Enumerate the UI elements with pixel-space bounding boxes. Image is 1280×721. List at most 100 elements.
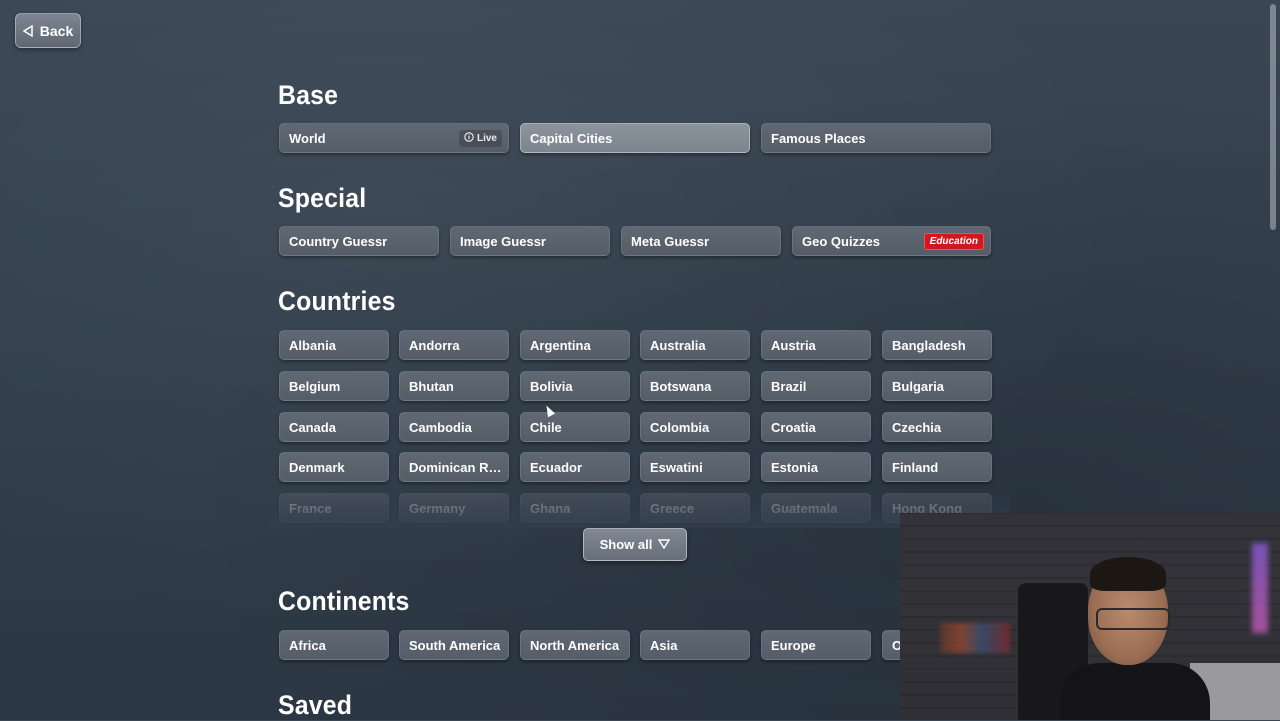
country-tile[interactable]: Bangladesh <box>882 330 992 360</box>
back-button[interactable]: Back <box>15 13 81 48</box>
continent-tile[interactable]: Europe <box>761 630 871 660</box>
tile-label: Bangladesh <box>892 337 966 353</box>
tile-label: Cambodia <box>409 419 472 435</box>
tile-label: Bulgaria <box>892 378 945 394</box>
mode-geo-quizzes[interactable]: Geo Quizzes Education <box>792 226 991 256</box>
triangle-left-icon <box>22 24 34 37</box>
country-tile[interactable]: Dominican Repu... <box>399 452 509 482</box>
country-tile[interactable]: Finland <box>882 452 992 482</box>
tile-label: Estonia <box>771 459 818 475</box>
country-tile[interactable]: Brazil <box>761 371 871 401</box>
section-title-base: Base <box>278 80 339 110</box>
section-title-continents: Continents <box>278 586 410 616</box>
back-label: Back <box>39 22 74 39</box>
country-tile[interactable]: Croatia <box>761 412 871 442</box>
tile-label: Famous Places <box>771 130 866 146</box>
country-tile[interactable]: Bolivia <box>520 371 630 401</box>
tile-label: Africa <box>289 637 326 653</box>
tile-label: Eswatini <box>650 459 703 475</box>
country-tile[interactable]: Ghana <box>520 493 630 523</box>
continent-tile[interactable]: Africa <box>279 630 389 660</box>
tile-label: World <box>289 130 326 146</box>
tile-label: Capital Cities <box>530 130 613 146</box>
country-tile[interactable]: Germany <box>399 493 509 523</box>
tile-label: Ghana <box>530 500 571 516</box>
tile-label: Australia <box>650 337 706 353</box>
country-tile[interactable]: Bulgaria <box>882 371 992 401</box>
country-tile[interactable]: Belgium <box>279 371 389 401</box>
country-tile[interactable]: Austria <box>761 330 871 360</box>
tile-label: Argentina <box>530 337 591 353</box>
live-badge-label: Live <box>476 132 497 144</box>
scrollbar[interactable] <box>1270 4 1276 230</box>
tile-label: Greece <box>650 500 695 516</box>
tile-label: Andorra <box>409 337 460 353</box>
section-title-special: Special <box>278 183 367 213</box>
tile-label: Croatia <box>771 419 816 435</box>
country-tile[interactable]: Chile <box>520 412 630 442</box>
tile-label: Country Guessr <box>289 233 388 249</box>
mode-image-guessr[interactable]: Image Guessr <box>450 226 610 256</box>
show-all-button[interactable]: Show all <box>583 528 687 561</box>
continent-tile[interactable]: South America <box>399 630 509 660</box>
triangle-down-icon <box>658 537 671 552</box>
tile-label: Image Guessr <box>460 233 546 249</box>
tile-label: Denmark <box>289 459 345 475</box>
tile-label: Germany <box>409 500 466 516</box>
tile-label: Finland <box>892 459 939 475</box>
country-tile[interactable]: Czechia <box>882 412 992 442</box>
show-all-label: Show all <box>599 537 653 552</box>
tile-label: Canada <box>289 419 336 435</box>
tile-label: Europe <box>771 637 816 653</box>
country-tile[interactable]: Botswana <box>640 371 750 401</box>
continent-tile[interactable]: Asia <box>640 630 750 660</box>
country-tile[interactable]: Bhutan <box>399 371 509 401</box>
tile-label: South America <box>409 637 501 653</box>
tile-label: Botswana <box>650 378 712 394</box>
country-tile[interactable]: France <box>279 493 389 523</box>
tile-label: Colombia <box>650 419 710 435</box>
tile-label: Belgium <box>289 378 341 394</box>
section-title-countries: Countries <box>278 286 396 316</box>
tile-label: Meta Guessr <box>631 233 710 249</box>
tile-label: Chile <box>530 419 562 435</box>
mode-meta-guessr[interactable]: Meta Guessr <box>621 226 781 256</box>
tile-label: North America <box>530 637 620 653</box>
webcam-light <box>1252 543 1268 633</box>
mode-world[interactable]: World Live <box>279 123 509 153</box>
country-tile[interactable]: Argentina <box>520 330 630 360</box>
country-tile[interactable]: Australia <box>640 330 750 360</box>
country-tile[interactable]: Canada <box>279 412 389 442</box>
country-tile[interactable]: Eswatini <box>640 452 750 482</box>
tile-label: Austria <box>771 337 816 353</box>
tile-label: Brazil <box>771 378 807 394</box>
webcam-person-glasses <box>1096 608 1170 630</box>
country-tile[interactable]: Denmark <box>279 452 389 482</box>
tile-label: France <box>289 500 332 516</box>
country-tile[interactable]: Ecuador <box>520 452 630 482</box>
country-tile[interactable]: Colombia <box>640 412 750 442</box>
tile-label: Albania <box>289 337 336 353</box>
tile-label: Dominican Repu... <box>409 459 502 475</box>
section-title-saved: Saved <box>278 690 353 720</box>
webcam-overlay <box>900 513 1280 720</box>
country-tile[interactable]: Greece <box>640 493 750 523</box>
tile-label: Ecuador <box>530 459 583 475</box>
tile-label: Geo Quizzes <box>802 233 881 249</box>
country-tile[interactable]: Albania <box>279 330 389 360</box>
info-circle-icon <box>464 131 474 145</box>
mode-country-guessr[interactable]: Country Guessr <box>279 226 439 256</box>
live-badge: Live <box>458 129 502 147</box>
country-tile[interactable]: Andorra <box>399 330 509 360</box>
country-tile[interactable]: Estonia <box>761 452 871 482</box>
mode-famous-places[interactable]: Famous Places <box>761 123 991 153</box>
webcam-person-body <box>1060 663 1210 720</box>
country-tile[interactable]: Guatemala <box>761 493 871 523</box>
tile-label: Bolivia <box>530 378 573 394</box>
continent-tile[interactable]: North America <box>520 630 630 660</box>
education-badge: Education <box>923 232 984 250</box>
country-tile[interactable]: Cambodia <box>399 412 509 442</box>
tile-label: Czechia <box>892 419 942 435</box>
mode-capital-cities[interactable]: Capital Cities <box>520 123 750 153</box>
tile-label: Guatemala <box>771 500 838 516</box>
